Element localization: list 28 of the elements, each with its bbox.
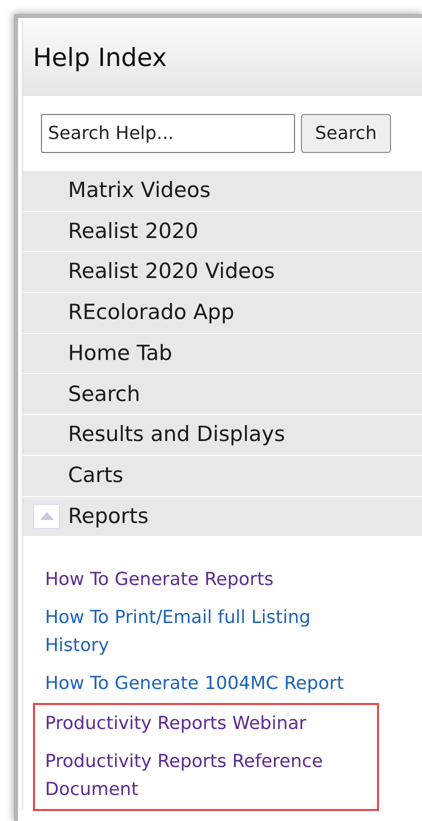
- category-label: Search: [68, 380, 140, 408]
- category-label: Realist 2020 Videos: [68, 258, 275, 286]
- category-label: Reports: [68, 502, 149, 530]
- category-row[interactable]: Reports: [23, 496, 422, 538]
- category-row[interactable]: Realist 2020 Videos: [23, 252, 422, 294]
- help-link[interactable]: How To Generate 1004MC Report: [33, 665, 379, 704]
- search-button[interactable]: Search: [301, 114, 391, 153]
- search-field[interactable]: Search Help...: [41, 114, 295, 153]
- help-link[interactable]: Productivity Reports Webinar: [33, 703, 379, 744]
- category-row[interactable]: Search: [23, 374, 422, 416]
- collapse-toggle[interactable]: [33, 504, 60, 529]
- category-label: Carts: [68, 462, 124, 489]
- category-label: Results and Displays: [68, 421, 286, 448]
- up-triangle-icon: [40, 512, 54, 520]
- category-label: REcolorado App: [68, 299, 234, 326]
- help-link[interactable]: How To Generate Reports: [33, 561, 379, 600]
- category-row[interactable]: Realist 2020: [23, 212, 422, 252]
- category-row[interactable]: REcolorado App: [23, 293, 422, 334]
- category-row[interactable]: Carts: [23, 456, 422, 496]
- panel-title: Help Index: [33, 42, 167, 74]
- help-link[interactable]: Productivity Reports Reference Document: [33, 743, 379, 812]
- category-label: Matrix Videos: [68, 177, 211, 204]
- category-label: Home Tab: [68, 340, 172, 367]
- category-row[interactable]: Home Tab: [23, 334, 422, 374]
- help-link[interactable]: How To Print/Email full Listing History: [33, 599, 379, 666]
- category-label: Realist 2020: [68, 218, 198, 245]
- category-row[interactable]: Matrix Videos: [23, 171, 422, 212]
- category-row[interactable]: Results and Displays: [23, 415, 422, 456]
